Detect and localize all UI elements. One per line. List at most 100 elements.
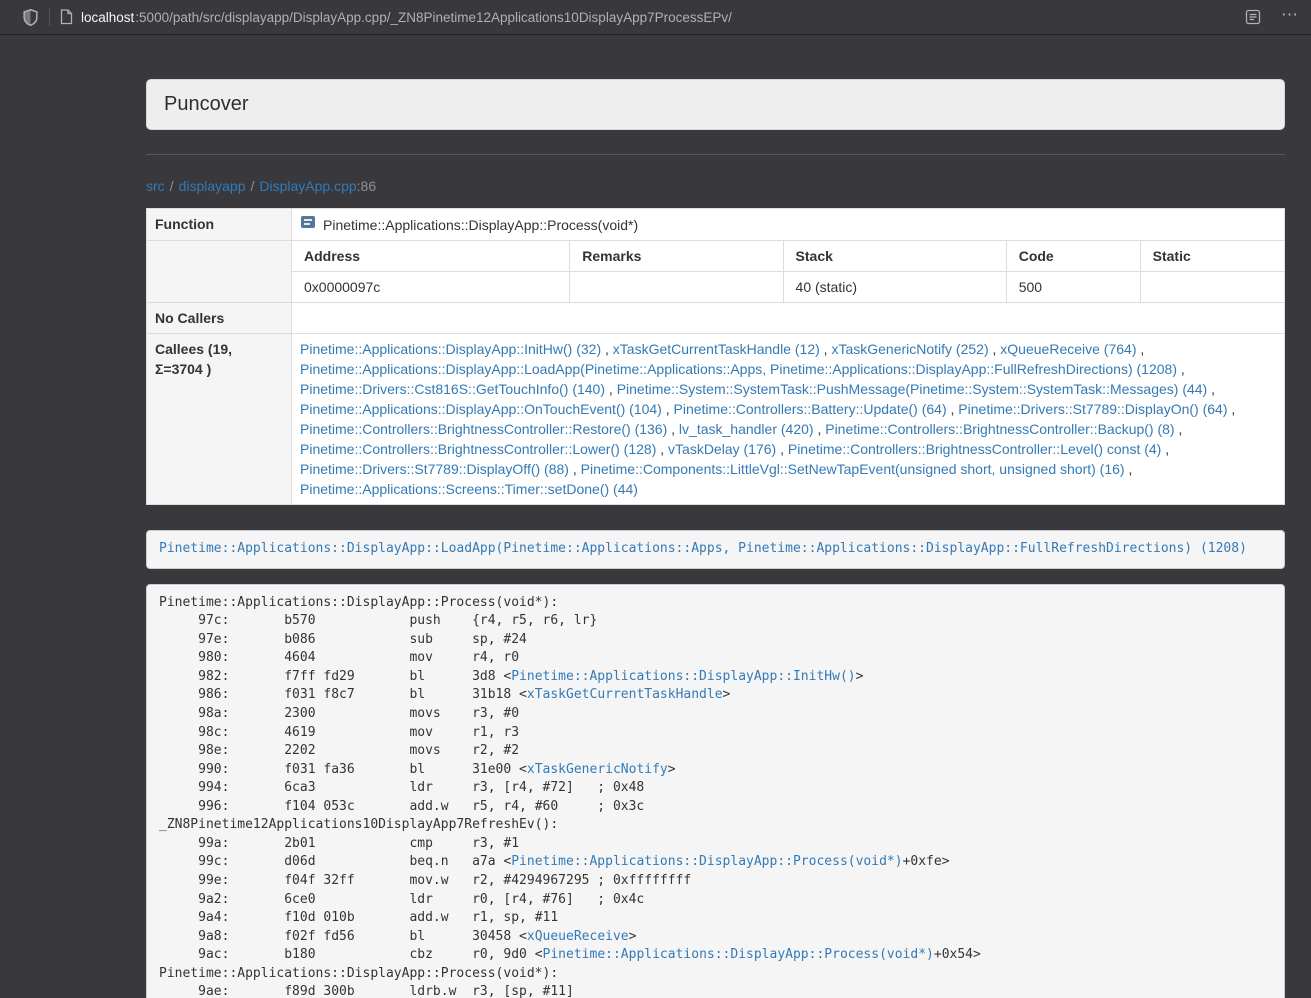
asm-text: 990: f031 fa36 bl 31e00 <	[159, 762, 527, 777]
no-callers-label: No Callers	[147, 303, 292, 333]
asm-symbol-link[interactable]: Pinetime::Applications::DisplayApp::Proc…	[543, 947, 934, 962]
asm-text: +0x54>	[934, 947, 981, 962]
asm-text: >	[856, 669, 864, 684]
stack-value: 40 (static)	[783, 272, 1006, 303]
address-value: 0x0000097c	[292, 272, 570, 303]
asm-text: 9a2: 6ce0 ldr r0, [r4, #76] ; 0x4c	[159, 892, 644, 907]
function-details-table: Address Remarks Stack Code Static 0x0000…	[292, 241, 1284, 302]
reader-view-icon[interactable]	[1245, 9, 1261, 25]
table-row: 0x0000097c 40 (static) 500	[292, 272, 1284, 303]
breadcrumb: src/displayapp/DisplayApp.cpp:86	[146, 178, 1285, 194]
callee-link[interactable]: Pinetime::System::SystemTask::PushMessag…	[617, 381, 1208, 397]
breadcrumb-line-number: :86	[357, 178, 376, 194]
asm-text: Pinetime::Applications::DisplayApp::Proc…	[159, 595, 558, 610]
asm-symbol-link[interactable]: xQueueReceive	[527, 929, 629, 944]
function-table: Function Pinetime::Applications::Display…	[146, 208, 1285, 505]
app-header-panel: Puncover	[146, 79, 1285, 130]
divider-rule	[146, 154, 1285, 155]
url-bar[interactable]: localhost:5000/path/src/displayapp/Displ…	[60, 0, 1233, 34]
callee-link[interactable]: lv_task_handler (420)	[679, 421, 814, 437]
asm-text: 994: 6ca3 ldr r3, [r4, #72] ; 0x48	[159, 780, 644, 795]
asm-text: Pinetime::Applications::DisplayApp::Proc…	[159, 966, 558, 981]
column-header-address: Address	[292, 241, 570, 272]
asm-text: 9a8: f02f fd56 bl 30458 <	[159, 929, 527, 944]
function-type-icon	[300, 214, 316, 235]
callee-link[interactable]: Pinetime::Applications::DisplayApp::Init…	[300, 341, 601, 357]
asm-text: >	[723, 687, 731, 702]
function-row-label: Function	[147, 209, 292, 240]
column-header-code: Code	[1006, 241, 1140, 272]
column-header-remarks: Remarks	[570, 241, 783, 272]
disassembly-pre: Pinetime::Applications::DisplayApp::Proc…	[146, 584, 1285, 998]
callee-link[interactable]: Pinetime::Controllers::BrightnessControl…	[300, 421, 667, 437]
asm-text: 9ac: b180 cbz r0, 9d0 <	[159, 947, 543, 962]
function-row: Function Pinetime::Applications::Display…	[147, 209, 1284, 240]
browser-chrome: localhost:5000/path/src/displayapp/Displ…	[0, 0, 1311, 35]
page-info-icon[interactable]	[60, 9, 73, 25]
callee-link[interactable]: Pinetime::Drivers::Cst816S::GetTouchInfo…	[300, 381, 605, 397]
breadcrumb-link-file[interactable]: DisplayApp.cpp	[259, 178, 356, 194]
function-name: Pinetime::Applications::DisplayApp::Proc…	[323, 215, 638, 235]
chrome-divider	[49, 8, 50, 26]
tracking-protection-shield-icon[interactable]	[22, 8, 39, 27]
asm-text: 98a: 2300 movs r3, #0	[159, 706, 519, 721]
asm-text: 9a4: f10d 010b add.w r1, sp, #11	[159, 910, 558, 925]
callee-link[interactable]: xTaskGenericNotify (252)	[831, 341, 988, 357]
callee-link[interactable]: Pinetime::Applications::DisplayApp::Load…	[300, 361, 1177, 377]
callee-link[interactable]: Pinetime::Controllers::BrightnessControl…	[300, 441, 656, 457]
no-callers-cell	[292, 303, 1284, 333]
function-details-row: Address Remarks Stack Code Static 0x0000…	[147, 240, 1284, 302]
breadcrumb-separator: /	[165, 178, 179, 194]
callees-list: Pinetime::Applications::DisplayApp::Init…	[292, 334, 1284, 504]
asm-text: 99a: 2b01 cmp r3, #1	[159, 836, 519, 851]
callees-row: Callees (19, Σ=3704 ) Pinetime::Applicat…	[147, 333, 1284, 504]
asm-symbol-link[interactable]: xTaskGenericNotify	[527, 762, 668, 777]
breadcrumb-link-src[interactable]: src	[146, 178, 165, 194]
callee-link[interactable]: Pinetime::Applications::Screens::Timer::…	[300, 481, 638, 497]
asm-symbol-link[interactable]: xTaskGetCurrentTaskHandle	[527, 687, 723, 702]
breadcrumb-separator: /	[246, 178, 260, 194]
asm-text: 996: f104 053c add.w r5, r4, #60 ; 0x3c	[159, 799, 644, 814]
asm-symbol-link[interactable]: Pinetime::Applications::DisplayApp::Init…	[511, 669, 855, 684]
callee-link[interactable]: Pinetime::Controllers::Battery::Update()…	[674, 401, 947, 417]
page-container: Puncover src/displayapp/DisplayApp.cpp:8…	[146, 79, 1285, 998]
column-header-stack: Stack	[783, 241, 1006, 272]
callee-link[interactable]: xTaskGetCurrentTaskHandle (12)	[613, 341, 820, 357]
callee-link[interactable]: Pinetime::Components::LittleVgl::SetNewT…	[581, 461, 1125, 477]
symbol-signature-link[interactable]: Pinetime::Applications::DisplayApp::Load…	[159, 541, 1247, 556]
callees-label: Callees (19, Σ=3704 )	[147, 334, 292, 504]
callee-link[interactable]: Pinetime::Controllers::BrightnessControl…	[825, 421, 1174, 437]
asm-text: +0xfe>	[903, 854, 950, 869]
url-path: :5000/path/src/displayapp/DisplayApp.cpp…	[135, 10, 732, 25]
code-value: 500	[1006, 272, 1140, 303]
callee-link[interactable]: xQueueReceive (764)	[1000, 341, 1136, 357]
asm-symbol-link[interactable]: Pinetime::Applications::DisplayApp::Proc…	[511, 854, 902, 869]
asm-text: _ZN8Pinetime12Applications10DisplayApp7R…	[159, 817, 558, 832]
chrome-actions: ⋯	[1245, 6, 1299, 29]
breadcrumb-link-displayapp[interactable]: displayapp	[179, 178, 246, 194]
url-host: localhost	[81, 10, 134, 25]
asm-text: 9ae: f89d 300b ldrb.w r3, [sp, #11]	[159, 984, 574, 998]
asm-text: >	[629, 929, 637, 944]
app-title: Puncover	[164, 93, 249, 115]
remarks-value	[570, 272, 783, 303]
symbol-signature-block: Pinetime::Applications::DisplayApp::Load…	[146, 530, 1285, 569]
no-callers-row: No Callers	[147, 302, 1284, 333]
asm-text: 97e: b086 sub sp, #24	[159, 632, 527, 647]
asm-text: >	[668, 762, 676, 777]
callee-link[interactable]: Pinetime::Applications::DisplayApp::OnTo…	[300, 401, 662, 417]
asm-text: 986: f031 f8c7 bl 31b18 <	[159, 687, 527, 702]
callee-link[interactable]: Pinetime::Drivers::St7789::DisplayOn() (…	[958, 401, 1227, 417]
static-value	[1140, 272, 1284, 303]
asm-text: 980: 4604 mov r4, r0	[159, 650, 519, 665]
asm-text: 99c: d06d beq.n a7a <	[159, 854, 511, 869]
asm-text: 97c: b570 push {r4, r5, r6, lr}	[159, 613, 597, 628]
callee-link[interactable]: vTaskDelay (176)	[668, 441, 776, 457]
callee-link[interactable]: Pinetime::Controllers::BrightnessControl…	[788, 441, 1161, 457]
column-header-static: Static	[1140, 241, 1284, 272]
function-details-row-spacer	[147, 241, 292, 302]
callee-link[interactable]: Pinetime::Drivers::St7789::DisplayOff() …	[300, 461, 569, 477]
asm-text: 98c: 4619 mov r1, r3	[159, 725, 519, 740]
asm-text: 982: f7ff fd29 bl 3d8 <	[159, 669, 511, 684]
more-menu-icon[interactable]: ⋯	[1281, 6, 1299, 29]
